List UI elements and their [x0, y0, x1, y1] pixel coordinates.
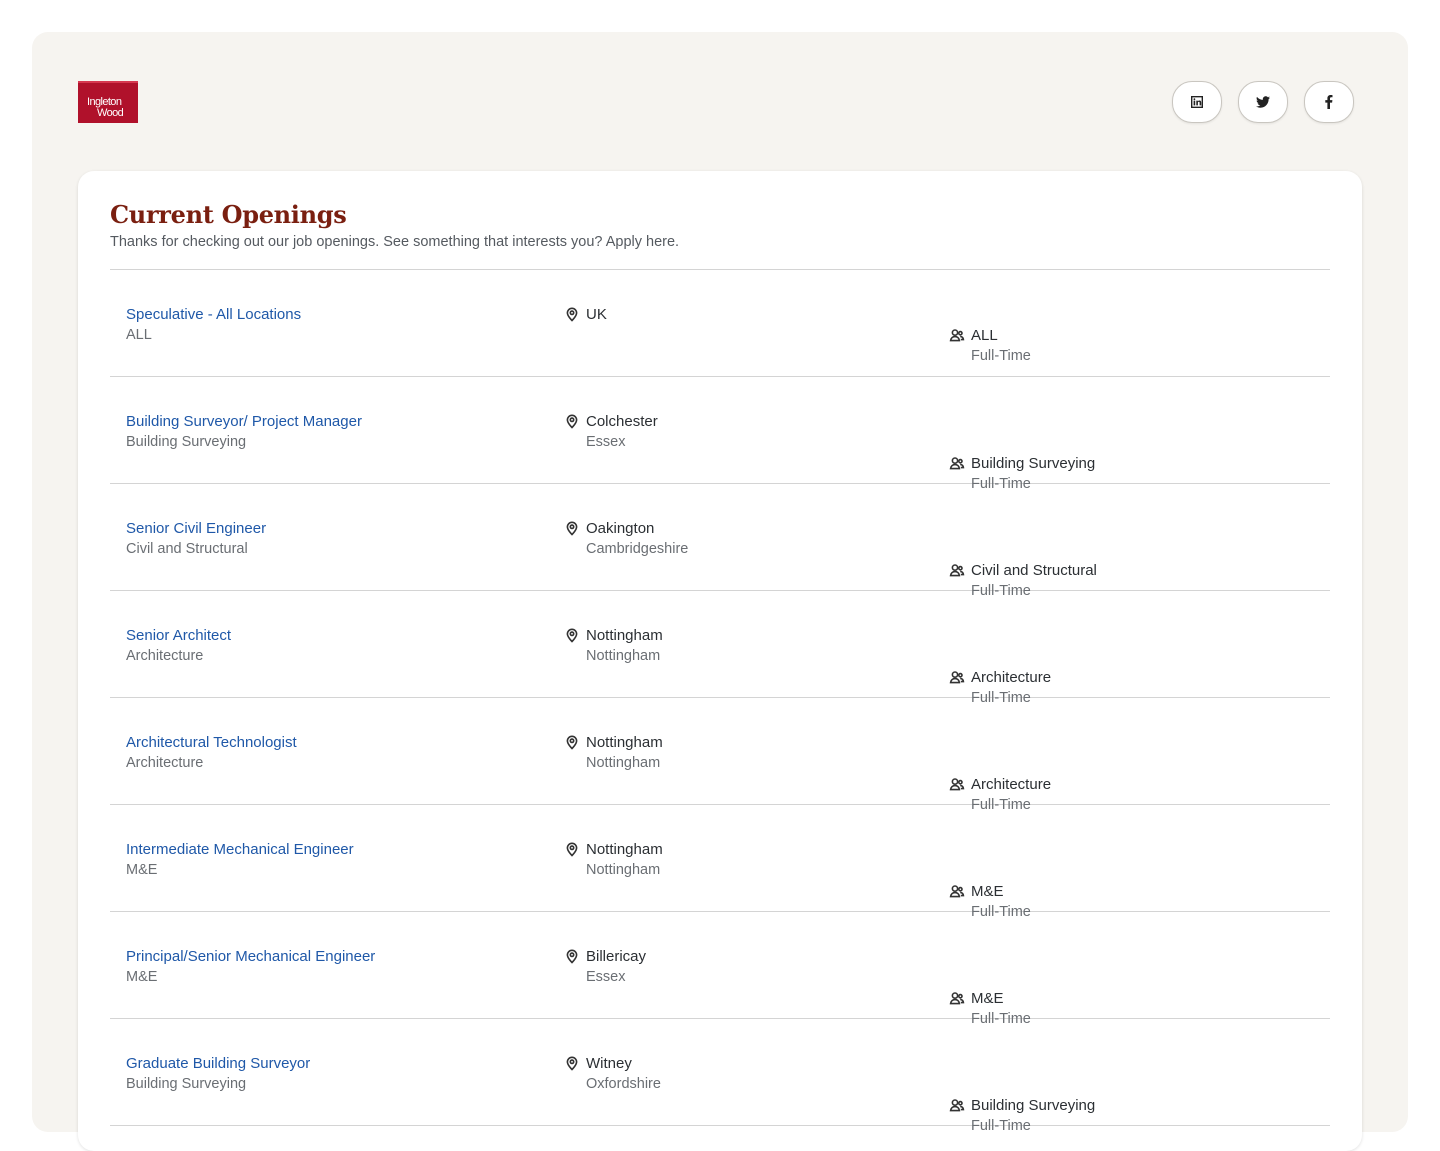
- job-department: M&E: [126, 862, 158, 878]
- job-location: Nottingham: [586, 841, 663, 858]
- job-title-link[interactable]: Principal/Senior Mechanical Engineer: [126, 948, 375, 965]
- job-team: Civil and Structural: [971, 562, 1097, 579]
- job-title-column: Graduate Building Surveyor Building Surv…: [126, 1053, 310, 1095]
- job-department: Building Surveying: [126, 1076, 247, 1092]
- job-title-column: Senior Architect Architecture: [126, 625, 231, 667]
- job-location-column: Witney Oxfordshire: [564, 1053, 1440, 1095]
- job-row: Principal/Senior Mechanical Engineer M&E…: [110, 912, 1330, 1027]
- job-region: Essex: [586, 969, 626, 985]
- job-team: ALL: [971, 327, 998, 344]
- location-pin-icon: [564, 520, 580, 536]
- team-people-icon: [949, 883, 965, 899]
- job-region: Cambridgeshire: [586, 541, 689, 557]
- job-region: Nottingham: [586, 648, 661, 664]
- job-title-column: Principal/Senior Mechanical Engineer M&E: [126, 946, 375, 988]
- job-location-column: Colchester Essex: [564, 411, 1440, 453]
- job-region: Oxfordshire: [586, 1076, 661, 1092]
- job-row: Building Surveyor/ Project Manager Build…: [110, 377, 1330, 492]
- page-background: Ingleton Wood Current Openings Thanks fo…: [32, 32, 1408, 1151]
- location-pin-icon: [564, 1055, 580, 1071]
- job-row: Intermediate Mechanical Engineer M&E Not…: [110, 805, 1330, 920]
- linkedin-button[interactable]: [1172, 81, 1222, 123]
- job-title-column: Building Surveyor/ Project Manager Build…: [126, 411, 362, 453]
- job-department: Civil and Structural: [126, 541, 248, 557]
- job-team: M&E: [971, 990, 1004, 1007]
- job-department: Architecture: [126, 648, 204, 664]
- job-team: Architecture: [971, 776, 1052, 793]
- job-team: Architecture: [971, 669, 1052, 686]
- location-pin-icon: [564, 627, 580, 643]
- location-pin-icon: [564, 734, 580, 750]
- job-team: Building Surveying: [971, 455, 1096, 472]
- job-employment-type: Full-Time: [971, 1118, 1031, 1134]
- openings-card: Current Openings Thanks for checking out…: [78, 171, 1362, 1151]
- job-region: Nottingham: [586, 755, 661, 771]
- twitter-icon: [1256, 96, 1270, 108]
- job-title-column: Speculative - All Locations ALL: [126, 304, 301, 346]
- job-row: Senior Civil Engineer Civil and Structur…: [110, 484, 1330, 599]
- job-title-link[interactable]: Graduate Building Surveyor: [126, 1055, 310, 1072]
- job-location-column: Nottingham Nottingham: [564, 625, 1440, 667]
- job-title-link[interactable]: Senior Architect: [126, 627, 231, 644]
- logo-text-line1: Ingleton: [87, 96, 122, 108]
- job-team: M&E: [971, 883, 1004, 900]
- job-team: Building Surveying: [971, 1097, 1096, 1114]
- job-location: UK: [586, 306, 607, 323]
- job-row: Architectural Technologist Architecture …: [110, 698, 1330, 813]
- page-subtitle: Thanks for checking out our job openings…: [110, 234, 680, 250]
- job-location: Witney: [586, 1055, 632, 1072]
- twitter-button[interactable]: [1238, 81, 1288, 123]
- team-people-icon: [949, 669, 965, 685]
- job-department: Building Surveying: [126, 434, 247, 450]
- team-people-icon: [949, 1097, 965, 1113]
- team-people-icon: [949, 562, 965, 578]
- job-list: Speculative - All Locations ALL UK ALL F…: [110, 269, 1330, 1134]
- team-people-icon: [949, 327, 965, 343]
- location-pin-icon: [564, 948, 580, 964]
- job-location: Nottingham: [586, 627, 663, 644]
- job-location-column: Nottingham Nottingham: [564, 732, 1440, 774]
- job-row: Graduate Building Surveyor Building Surv…: [110, 1019, 1330, 1134]
- job-title-column: Architectural Technologist Architecture: [126, 732, 297, 774]
- job-team-column: ALL Full-Time: [949, 325, 1440, 367]
- job-row: Speculative - All Locations ALL UK ALL F…: [110, 270, 1330, 377]
- team-people-icon: [949, 990, 965, 1006]
- job-team-column: Building Surveying Full-Time: [949, 1095, 1440, 1137]
- job-location: Colchester: [586, 413, 658, 430]
- job-location-column: Billericay Essex: [564, 946, 1440, 988]
- page-title: Current Openings: [110, 200, 347, 229]
- job-title-column: Senior Civil Engineer Civil and Structur…: [126, 518, 266, 560]
- job-title-link[interactable]: Speculative - All Locations: [126, 306, 301, 323]
- job-location-column: UK: [564, 304, 1440, 325]
- job-location-column: Oakington Cambridgeshire: [564, 518, 1440, 560]
- job-title-link[interactable]: Intermediate Mechanical Engineer: [126, 841, 354, 858]
- job-location: Oakington: [586, 520, 655, 537]
- team-people-icon: [949, 455, 965, 471]
- job-location-column: Nottingham Nottingham: [564, 839, 1440, 881]
- social-links: [1172, 81, 1354, 123]
- job-region: Nottingham: [586, 862, 661, 878]
- job-department: M&E: [126, 969, 158, 985]
- job-title-link[interactable]: Building Surveyor/ Project Manager: [126, 413, 362, 430]
- job-title-link[interactable]: Senior Civil Engineer: [126, 520, 266, 537]
- job-department: ALL: [126, 327, 152, 343]
- logo-text-line2: Wood: [97, 107, 124, 119]
- job-title-link[interactable]: Architectural Technologist: [126, 734, 297, 751]
- team-people-icon: [949, 776, 965, 792]
- location-pin-icon: [564, 306, 580, 322]
- linkedin-icon: [1191, 96, 1203, 108]
- job-location: Nottingham: [586, 734, 663, 751]
- facebook-button[interactable]: [1304, 81, 1354, 123]
- location-pin-icon: [564, 413, 580, 429]
- company-logo[interactable]: Ingleton Wood: [78, 81, 138, 123]
- job-employment-type: Full-Time: [971, 348, 1031, 364]
- location-pin-icon: [564, 841, 580, 857]
- job-region: Essex: [586, 434, 626, 450]
- job-title-column: Intermediate Mechanical Engineer M&E: [126, 839, 354, 881]
- facebook-icon: [1325, 95, 1333, 109]
- job-row: Senior Architect Architecture Nottingham…: [110, 591, 1330, 706]
- job-department: Architecture: [126, 755, 204, 771]
- job-location: Billericay: [586, 948, 647, 965]
